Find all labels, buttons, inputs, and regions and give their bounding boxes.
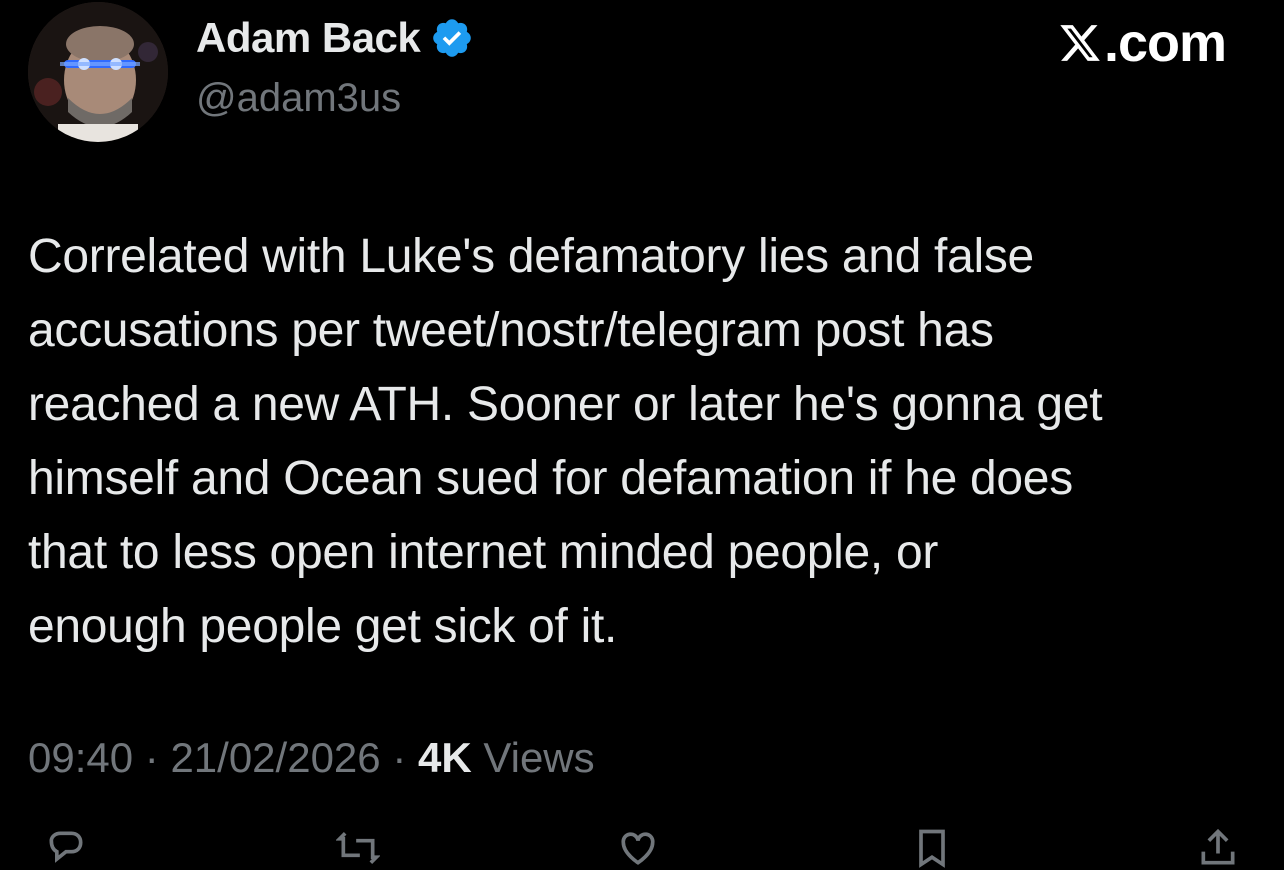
repost-icon[interactable] bbox=[336, 826, 380, 866]
avatar-image bbox=[28, 2, 168, 142]
views-count[interactable]: 4K bbox=[418, 734, 472, 782]
display-name[interactable]: Adam Back bbox=[196, 14, 421, 62]
tweet-date[interactable]: 21/02/2026 bbox=[170, 734, 380, 782]
verified-badge-icon bbox=[430, 16, 474, 60]
user-handle[interactable]: @adam3us bbox=[196, 76, 401, 121]
meta-separator: · bbox=[380, 734, 418, 781]
tweet-meta: 09:40 · 21/02/2026 · 4K Views bbox=[28, 734, 595, 782]
share-icon[interactable] bbox=[1196, 826, 1240, 866]
action-bar bbox=[0, 826, 1284, 868]
reply-icon[interactable] bbox=[44, 826, 88, 866]
site-label: .com bbox=[1103, 13, 1227, 73]
x-logo-icon bbox=[1058, 21, 1102, 65]
like-icon[interactable] bbox=[616, 826, 660, 866]
tweet-header: Adam Back @adam3us .com bbox=[0, 0, 1284, 150]
site-watermark: .com bbox=[1058, 12, 1227, 74]
tweet-text: Correlated with Luke's defamatory lies a… bbox=[28, 230, 1103, 653]
views-label: Views bbox=[471, 734, 595, 781]
name-row: Adam Back bbox=[196, 14, 474, 62]
avatar[interactable] bbox=[28, 2, 168, 142]
tweet-time[interactable]: 09:40 bbox=[28, 734, 133, 782]
bookmark-icon[interactable] bbox=[910, 826, 954, 868]
meta-separator: · bbox=[133, 734, 171, 781]
